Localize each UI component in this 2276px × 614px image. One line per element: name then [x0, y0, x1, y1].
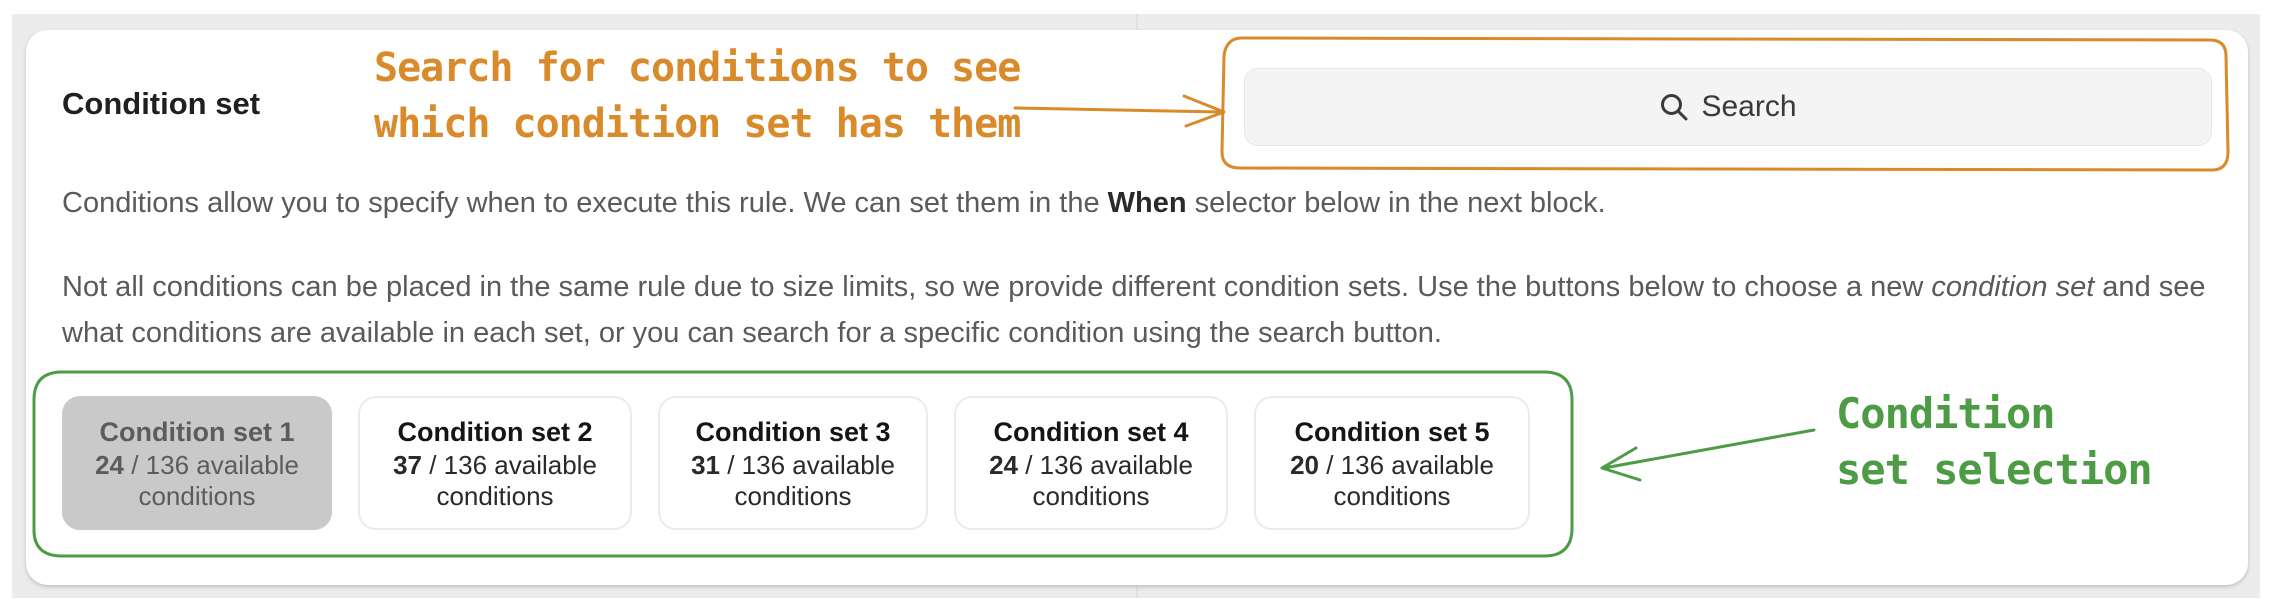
condition-set-name: Condition set 4 [993, 417, 1189, 447]
condition-set-count: 24 / 136 available [989, 450, 1193, 480]
condition-set-4-button[interactable]: Condition set 4 24 / 136 available condi… [954, 396, 1228, 530]
condition-set-name: Condition set 2 [397, 417, 593, 447]
condition-set-count: 37 / 136 available [393, 450, 597, 480]
condition-set-count-unit: conditions [1032, 481, 1150, 511]
condition-set-name: Condition set 3 [695, 417, 891, 447]
condition-set-count: 24 / 136 available [95, 450, 299, 480]
search-button[interactable]: Search [1244, 68, 2212, 146]
condition-set-2-button[interactable]: Condition set 2 37 / 136 available condi… [358, 396, 632, 530]
condition-set-term: condition set [1931, 271, 2095, 303]
condition-set-name: Condition set 5 [1294, 417, 1490, 447]
search-icon [1659, 92, 1689, 122]
condition-set-count: 31 / 136 available [691, 450, 895, 480]
condition-set-count-unit: conditions [138, 481, 256, 511]
condition-set-count-unit: conditions [436, 481, 554, 511]
intro-text: Conditions allow you to specify when to … [62, 187, 1606, 219]
condition-set-name: Condition set 1 [99, 417, 295, 447]
condition-set-5-button[interactable]: Condition set 5 20 / 136 available condi… [1254, 396, 1530, 530]
condition-set-count: 20 / 136 available [1290, 450, 1494, 480]
condition-set-1-button[interactable]: Condition set 1 24 / 136 available condi… [62, 396, 332, 530]
search-annotation-text: Search for conditions to see which condi… [374, 45, 1021, 147]
sets-annotation-text: Condition set selection [1836, 389, 2153, 494]
explanation-text: Not all conditions can be placed in the … [62, 271, 2206, 349]
condition-set-count-unit: conditions [734, 481, 852, 511]
section-title: Condition set [62, 86, 261, 121]
search-label: Search [1701, 90, 1797, 123]
condition-set-3-button[interactable]: Condition set 3 31 / 136 available condi… [658, 396, 928, 530]
when-keyword: When [1107, 187, 1187, 219]
condition-set-selector: Condition set 1 24 / 136 available condi… [62, 396, 1530, 530]
condition-set-count-unit: conditions [1333, 481, 1451, 511]
